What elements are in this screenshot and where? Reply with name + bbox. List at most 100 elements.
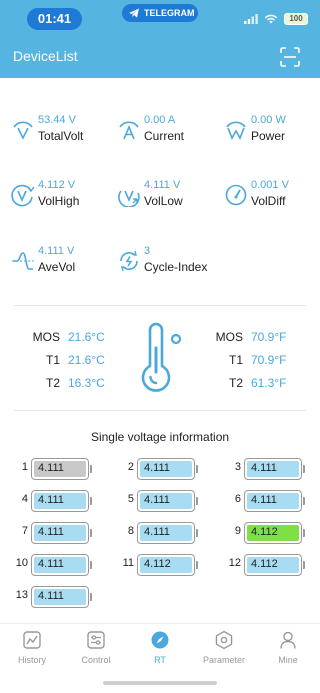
divider (14, 410, 306, 411)
metric-label: Cycle-Index (144, 260, 208, 274)
battery-cell-icon: 4.111 (31, 586, 92, 608)
cell-number: 3 (234, 461, 241, 473)
battery-cell-icon: 4.111 (137, 458, 198, 480)
battery-cell-icon: 4.111 (31, 458, 92, 480)
voltage-icon (13, 121, 33, 140)
battery-cell-icon: 4.111 (31, 522, 92, 544)
scan-icon[interactable] (280, 47, 300, 67)
tab-history[interactable]: History (0, 630, 64, 672)
cell-number: 13 (15, 589, 28, 601)
telegram-back-pill[interactable]: TELEGRAM (122, 4, 198, 22)
cell-number: 6 (234, 493, 241, 505)
metric-power: 0.00 W Power (224, 114, 320, 148)
cell-voltage-value: 4.111 (247, 493, 299, 509)
app-header: DeviceList (0, 36, 320, 78)
cell-number: 11 (122, 557, 134, 569)
temp-value: 21.6°C (68, 330, 105, 344)
cycle-icon (120, 250, 138, 272)
power-icon (226, 121, 246, 140)
metric-value: 0.00 W (251, 114, 286, 126)
metric-value: 3 (144, 245, 151, 257)
temp-value: 21.6°C (68, 353, 105, 367)
temp-celsius-t2: T2 16.3°C (30, 376, 105, 390)
metric-value: 4.112 V (38, 179, 76, 191)
metric-value: 0.001 V (251, 179, 289, 191)
cell-voltage-value: 4.111 (34, 557, 86, 573)
metric-current: 0.00 A Current (117, 114, 217, 148)
tab-mine[interactable]: Mine (256, 630, 320, 672)
metric-label: VolLow (144, 194, 183, 208)
metric-label: AveVol (38, 260, 76, 274)
battery-cell-icon: 4.111 (137, 490, 198, 512)
temp-label: T1 (228, 353, 243, 367)
battery-cell-icon: 4.111 (137, 522, 198, 544)
cell-voltage-value: 4.111 (140, 493, 192, 509)
cell-number: 8 (127, 525, 134, 537)
cell-voltage-value: 4.111 (247, 461, 299, 477)
battery-cell-icon: 4.111 (31, 490, 92, 512)
metric-ave-vol: 4.111 V AveVol (11, 245, 111, 279)
system-icons: 100 (244, 12, 308, 26)
cell-voltage-value: 4.111 (140, 525, 192, 541)
battery-cell-icon: 4.112 (244, 522, 305, 544)
metric-value: 4.111 V (38, 245, 75, 257)
temp-fahrenheit-t2: T2 61.3°F (210, 376, 287, 390)
tab-label: Mine (278, 655, 298, 665)
cell-number: 4 (21, 493, 28, 505)
metric-label: TotalVolt (38, 129, 84, 143)
temp-label: T2 (228, 376, 243, 390)
temp-value: 70.9°F (251, 330, 287, 344)
control-sliders-icon (87, 631, 105, 649)
signal-icon (244, 14, 258, 24)
tab-label: Parameter (202, 655, 246, 665)
cell-voltage-value: 4.111 (34, 493, 86, 509)
cell-number: 7 (21, 525, 28, 537)
metric-label: VolDiff (251, 194, 286, 208)
tab-label: RT (154, 655, 166, 665)
tab-rt[interactable]: RT (128, 630, 192, 672)
temp-label: T1 (45, 353, 60, 367)
temp-value: 70.9°F (251, 353, 287, 367)
voltage-high-icon (11, 184, 35, 207)
telegram-label: TELEGRAM (144, 8, 195, 18)
status-time: 01:41 (27, 8, 82, 30)
home-indicator (103, 681, 217, 685)
cell-voltage-value: 4.112 (247, 525, 299, 541)
wifi-icon (264, 14, 278, 24)
user-icon (280, 631, 296, 649)
temp-celsius-mos: MOS 21.6°C (30, 330, 105, 344)
current-icon (119, 121, 139, 140)
cell-number: 2 (127, 461, 134, 473)
metric-label: Current (144, 129, 185, 143)
battery-cell-icon: 4.111 (31, 554, 92, 576)
cell-voltage-value: 4.111 (140, 461, 192, 477)
metric-cycle-index: 3 Cycle-Index (117, 245, 217, 279)
cell-voltage-value: 4.111 (34, 525, 86, 541)
thermometer-icon (141, 322, 182, 392)
battery-icon: 100 (284, 13, 308, 25)
average-voltage-icon (12, 252, 34, 270)
battery-cell-icon: 4.111 (244, 490, 305, 512)
cell-voltage-value: 4.111 (34, 589, 86, 605)
temp-fahrenheit-mos: MOS 70.9°F (210, 330, 287, 344)
cell-voltage-value: 4.111 (34, 461, 86, 477)
parameter-hexagon-icon (215, 630, 233, 650)
metric-value: 53.44 V (38, 114, 76, 126)
temp-value: 61.3°F (251, 376, 287, 390)
metric-label: Power (251, 129, 286, 143)
tab-control[interactable]: Control (64, 630, 128, 672)
metric-vol-diff: 0.001 V VolDiff (224, 179, 320, 213)
tab-label: History (17, 655, 46, 665)
temp-celsius-t1: T1 21.6°C (30, 353, 105, 367)
tab-parameter[interactable]: Parameter (192, 630, 256, 672)
cell-number: 9 (234, 525, 241, 537)
cell-number: 5 (127, 493, 134, 505)
cell-number: 1 (21, 461, 28, 473)
temp-label: MOS (32, 330, 60, 344)
metric-vol-low: 4.111 V VolLow (117, 179, 217, 213)
divider (14, 305, 306, 306)
metric-label: VolHigh (38, 194, 80, 208)
cell-number: 10 (15, 557, 28, 569)
page-title[interactable]: DeviceList (13, 48, 78, 64)
tab-label: Control (81, 655, 111, 665)
